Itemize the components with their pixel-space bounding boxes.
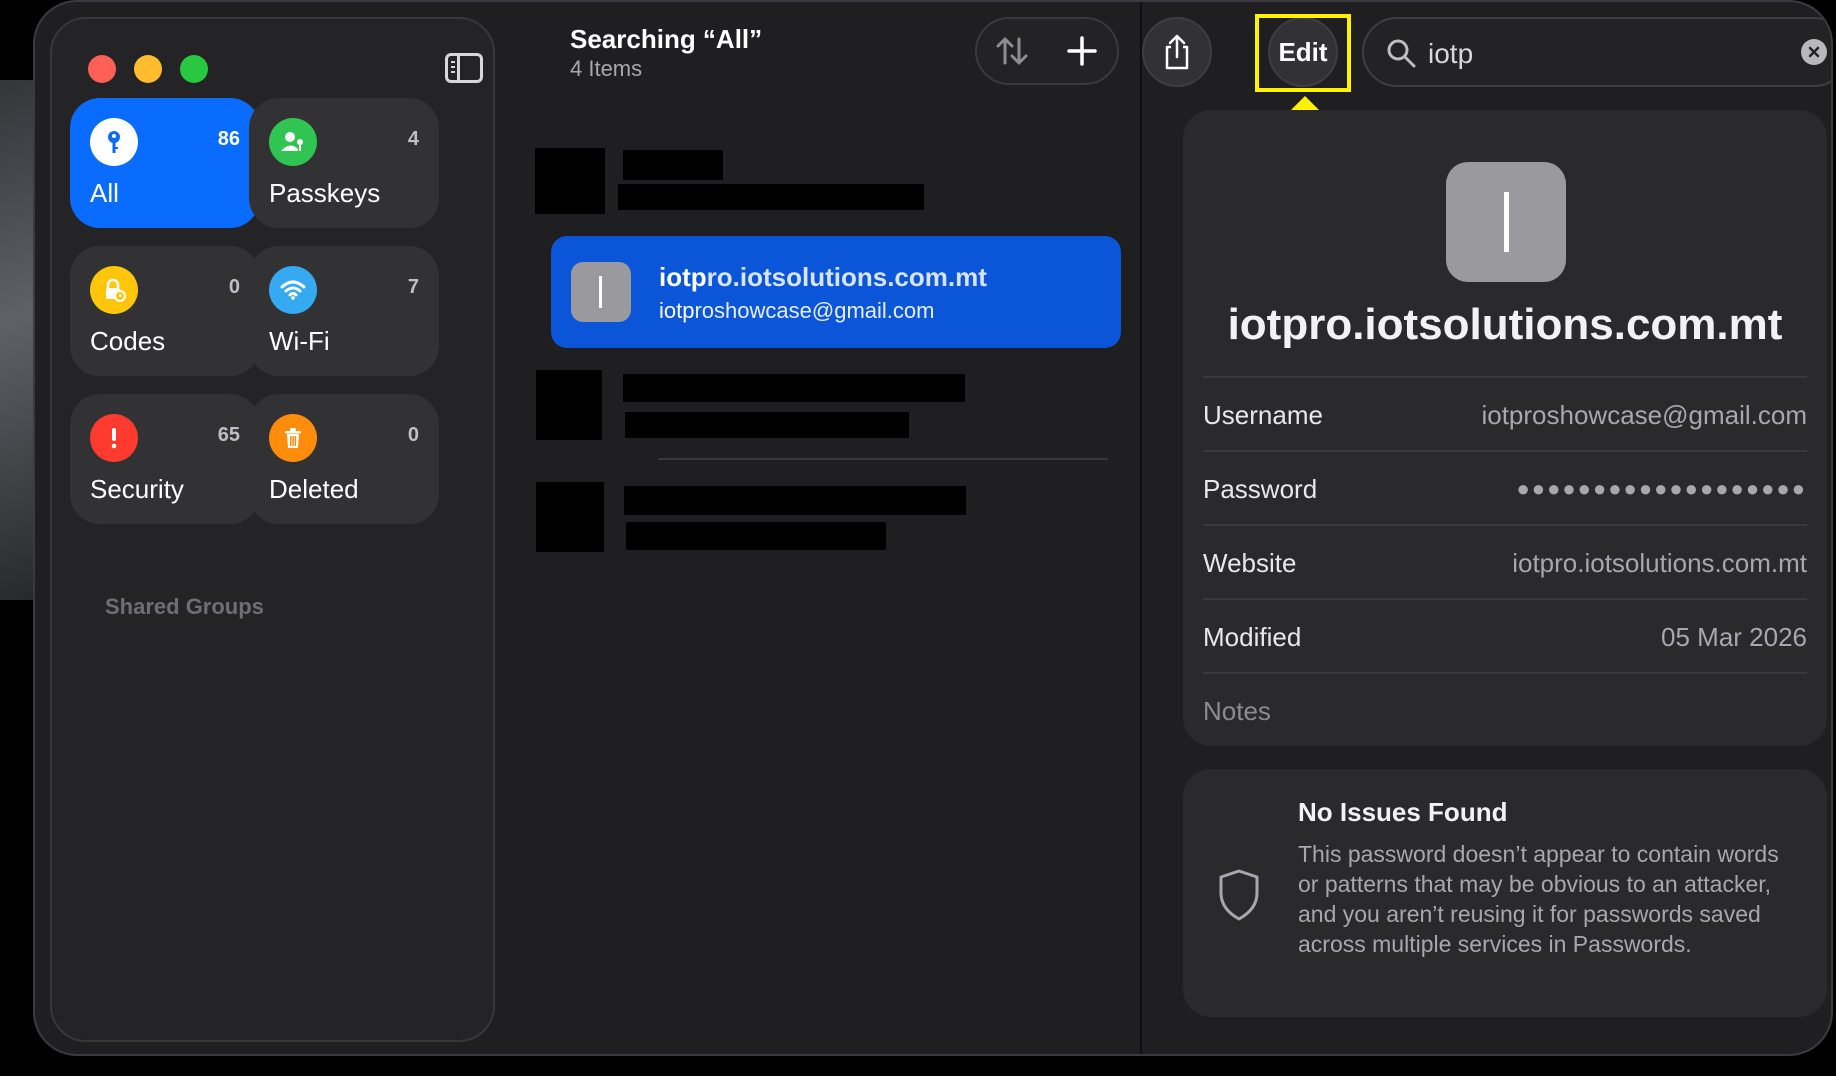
add-item-button[interactable] xyxy=(1054,23,1110,79)
search-input[interactable] xyxy=(1426,33,1770,75)
list-title: Searching “All” xyxy=(570,24,763,54)
redacted-list-item-thumb[interactable] xyxy=(536,370,602,440)
sidebar: 86 All 4 Passkeys 0 Codes 7 Wi-Fi 65 Sec… xyxy=(50,17,495,1042)
person-key-icon xyxy=(269,118,317,166)
title-rest-text: ro.iotsolutions.com.mt xyxy=(706,262,987,292)
clear-x-icon xyxy=(1808,46,1820,58)
share-button[interactable] xyxy=(1142,17,1212,87)
tile-count: 4 xyxy=(407,128,419,150)
list-item-title: iotpro.iotsolutions.com.mt xyxy=(659,262,987,293)
detail-title: iotpro.iotsolutions.com.mt xyxy=(1227,300,1783,349)
tile-label: Codes xyxy=(90,326,166,356)
security-status-card: No Issues Found This password doesn’t ap… xyxy=(1183,769,1827,1017)
notes-row[interactable]: Notes xyxy=(1203,672,1807,746)
sidebar-toggle-icon[interactable] xyxy=(445,53,483,83)
tile-count: 0 xyxy=(228,276,240,298)
wifi-icon xyxy=(269,266,317,314)
category-tile-all[interactable]: 86 All xyxy=(70,98,260,228)
site-monogram-icon xyxy=(571,262,631,322)
zoom-window-button[interactable] xyxy=(180,55,208,83)
list-divider xyxy=(658,458,1108,460)
trash-icon xyxy=(269,414,317,462)
tile-count: 0 xyxy=(407,424,419,446)
shared-groups-heading: Shared Groups xyxy=(105,594,264,619)
minimize-window-button[interactable] xyxy=(134,55,162,83)
redacted-list-item-subtitle xyxy=(625,412,909,438)
tile-label: Security xyxy=(90,474,184,504)
shield-icon xyxy=(1215,867,1263,928)
category-tile-wifi[interactable]: 7 Wi-Fi xyxy=(249,246,439,376)
modified-row: Modified 05 Mar 2026 xyxy=(1203,598,1807,672)
username-row[interactable]: Username iotproshowcase@gmail.com xyxy=(1203,376,1807,450)
modified-value: 05 Mar 2026 xyxy=(1661,622,1807,652)
clear-search-button[interactable] xyxy=(1801,39,1827,65)
category-tile-passkeys[interactable]: 4 Passkeys xyxy=(249,98,439,228)
sort-arrows-icon xyxy=(996,37,1028,65)
field-label: Password xyxy=(1203,474,1318,504)
password-value[interactable]: ●●●●●●●●●●●●●●●●●●● xyxy=(1517,476,1807,502)
column-divider xyxy=(1140,2,1142,1054)
tile-count: 65 xyxy=(217,424,240,446)
tile-count: 7 xyxy=(407,276,419,298)
redacted-list-item-thumb[interactable] xyxy=(536,482,604,552)
title-match-text: iotp xyxy=(659,262,707,292)
password-row[interactable]: Password ●●●●●●●●●●●●●●●●●●● xyxy=(1203,450,1807,524)
list-item-count: 4 Items xyxy=(570,56,643,81)
passwords-window: 86 All 4 Passkeys 0 Codes 7 Wi-Fi 65 Sec… xyxy=(33,0,1833,1056)
lock-clock-icon xyxy=(90,266,138,314)
issues-description: This password doesn’t appear to contain … xyxy=(1298,841,1779,957)
close-window-button[interactable] xyxy=(88,55,116,83)
search-field[interactable] xyxy=(1362,17,1831,87)
list-item-subtitle: iotproshowcase@gmail.com xyxy=(659,298,934,324)
redacted-list-item-subtitle xyxy=(626,522,886,550)
search-icon xyxy=(1384,36,1418,75)
tile-count: 86 xyxy=(217,128,240,150)
category-tile-codes[interactable]: 0 Codes xyxy=(70,246,260,376)
tile-label: Wi-Fi xyxy=(269,326,330,356)
tile-label: Passkeys xyxy=(269,178,381,208)
category-tile-deleted[interactable]: 0 Deleted xyxy=(249,394,439,524)
redacted-list-item-subtitle xyxy=(618,184,924,210)
website-row[interactable]: Website iotpro.iotsolutions.com.mt xyxy=(1203,524,1807,598)
redacted-list-item-title xyxy=(623,374,965,402)
share-icon xyxy=(1165,34,1189,70)
exclamation-icon xyxy=(90,414,138,462)
field-label: Website xyxy=(1203,548,1297,578)
list-toolbar xyxy=(975,17,1119,85)
subtitle-match-text: iotp xyxy=(659,298,695,323)
field-label: Username xyxy=(1203,400,1323,430)
category-tile-security[interactable]: 65 Security xyxy=(70,394,260,524)
list-item-selected[interactable]: iotpro.iotsolutions.com.mt iotproshowcas… xyxy=(551,236,1121,348)
sort-button[interactable] xyxy=(984,23,1040,79)
redacted-list-item-title xyxy=(623,150,723,180)
annotation-highlight-box xyxy=(1255,14,1351,92)
tile-label: Deleted xyxy=(269,474,359,504)
website-value[interactable]: iotpro.iotsolutions.com.mt xyxy=(1512,548,1807,579)
field-label: Modified xyxy=(1203,622,1302,652)
site-monogram-icon xyxy=(1446,162,1566,282)
issues-title: No Issues Found xyxy=(1298,797,1508,827)
subtitle-rest-text: roshowcase@gmail.com xyxy=(694,298,935,323)
username-value[interactable]: iotproshowcase@gmail.com xyxy=(1481,400,1807,431)
plus-icon xyxy=(1067,36,1097,66)
key-icon xyxy=(90,118,138,166)
redacted-list-item-thumb[interactable] xyxy=(535,148,605,214)
tile-label: All xyxy=(90,178,119,208)
notes-label: Notes xyxy=(1203,696,1271,726)
redacted-list-item-title xyxy=(624,486,966,515)
credential-detail-card: iotpro.iotsolutions.com.mt Username iotp… xyxy=(1183,110,1827,746)
